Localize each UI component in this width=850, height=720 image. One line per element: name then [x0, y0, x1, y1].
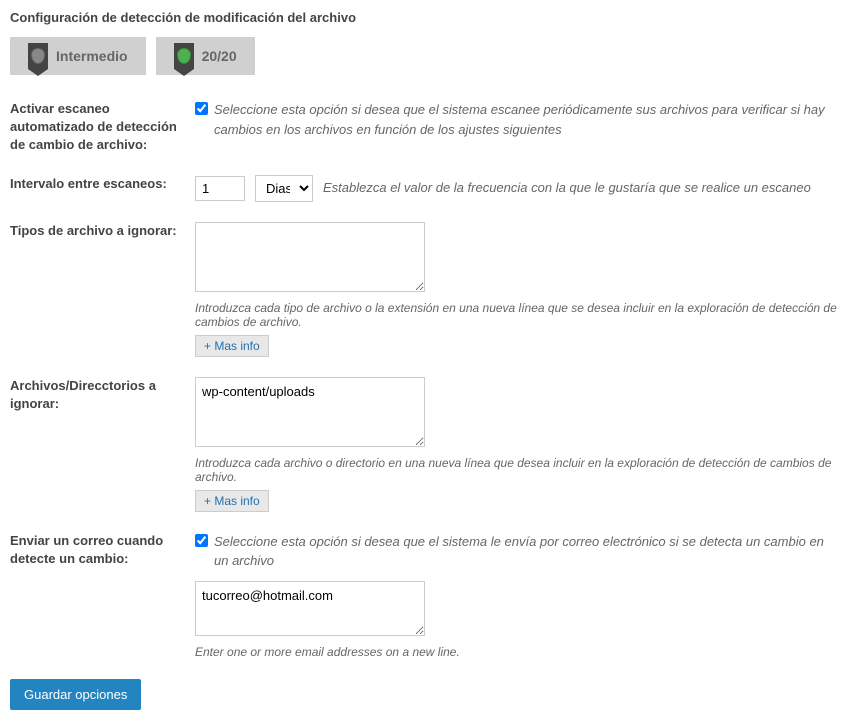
auto-scan-checkbox[interactable] [195, 102, 208, 115]
interval-value-input[interactable] [195, 176, 245, 201]
section-title: Configuración de detección de modificaci… [10, 10, 840, 25]
row-email-notify: Enviar un correo cuando detecte un cambi… [10, 532, 840, 659]
email-notify-help-bottom: Enter one or more email addresses on a n… [195, 645, 460, 659]
score-value: 20/20 [202, 48, 237, 64]
auto-scan-help: Seleccione esta opción si desea que el s… [214, 100, 840, 139]
ignore-types-textarea[interactable] [195, 222, 425, 292]
ribbon-icon [28, 43, 48, 69]
row-interval: Intervalo entre escaneos: Dias Establezc… [10, 175, 840, 202]
shield-green-icon [177, 48, 191, 64]
email-notify-checkbox[interactable] [195, 534, 208, 547]
shield-gray-icon [31, 48, 45, 64]
level-label: Intermedio [56, 48, 128, 64]
ignore-dirs-textarea[interactable]: wp-content/uploads [195, 377, 425, 447]
ribbon-icon [174, 43, 194, 69]
email-address-textarea[interactable]: tucorreo@hotmail.com [195, 581, 425, 636]
email-notify-label: Enviar un correo cuando detecte un cambi… [10, 532, 195, 568]
row-ignore-types: Tipos de archivo a ignorar: Introduzca c… [10, 222, 840, 357]
save-button[interactable]: Guardar opciones [10, 679, 141, 710]
ignore-dirs-help: Introduzca cada archivo o directorio en … [195, 456, 840, 484]
security-badges: Intermedio 20/20 [10, 37, 840, 75]
interval-unit-select[interactable]: Dias [255, 175, 313, 202]
ignore-types-help: Introduzca cada tipo de archivo o la ext… [195, 301, 840, 329]
ignore-dirs-label: Archivos/Direcctorios a ignorar: [10, 377, 195, 413]
interval-help: Establezca el valor de la frecuencia con… [323, 178, 811, 198]
interval-label: Intervalo entre escaneos: [10, 175, 195, 193]
score-badge: 20/20 [156, 37, 255, 75]
level-badge: Intermedio [10, 37, 146, 75]
email-notify-help-top: Seleccione esta opción si desea que el s… [214, 532, 840, 571]
row-ignore-dirs: Archivos/Direcctorios a ignorar: wp-cont… [10, 377, 840, 512]
ignore-types-more-info-button[interactable]: + Mas info [195, 335, 269, 357]
auto-scan-label: Activar escaneo automatizado de detecció… [10, 100, 195, 155]
row-auto-scan: Activar escaneo automatizado de detecció… [10, 100, 840, 155]
ignore-dirs-more-info-button[interactable]: + Mas info [195, 490, 269, 512]
ignore-types-label: Tipos de archivo a ignorar: [10, 222, 195, 240]
